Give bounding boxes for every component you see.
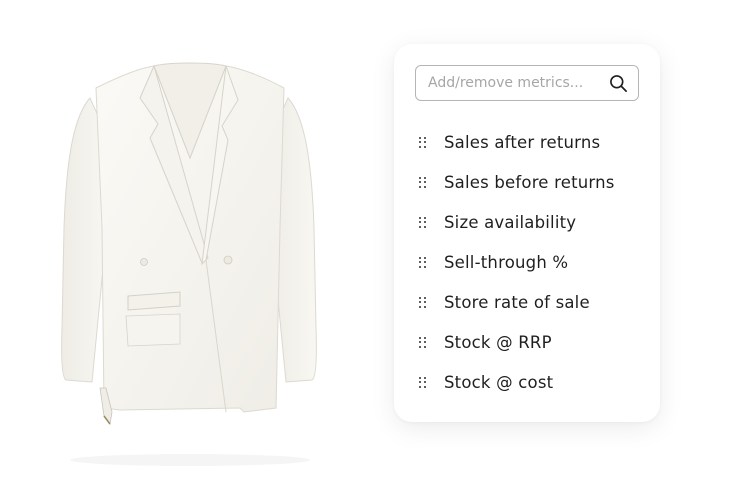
metrics-list: Sales after returns Sales before returns…	[394, 122, 660, 402]
drag-handle-icon[interactable]	[418, 136, 428, 148]
drag-handle-icon[interactable]	[418, 296, 428, 308]
metric-label: Sales before returns	[444, 172, 615, 192]
metric-label: Store rate of sale	[444, 292, 590, 312]
blazer-image	[61, 62, 317, 466]
drag-handle-icon[interactable]	[418, 216, 428, 228]
drag-handle-icon[interactable]	[418, 176, 428, 188]
drag-handle-icon[interactable]	[418, 336, 428, 348]
metric-item-stock-rrp[interactable]: Stock @ RRP	[394, 322, 660, 362]
metric-item-sell-through[interactable]: Sell-through %	[394, 242, 660, 282]
metric-item-sales-before-returns[interactable]: Sales before returns	[394, 162, 660, 202]
metric-item-sales-after-returns[interactable]: Sales after returns	[394, 122, 660, 162]
search-field[interactable]	[415, 65, 639, 101]
metric-label: Sales after returns	[444, 132, 601, 152]
metric-item-stock-cost[interactable]: Stock @ cost	[394, 362, 660, 402]
drag-handle-icon[interactable]	[418, 376, 428, 388]
metric-label: Size availability	[444, 212, 577, 232]
metric-item-size-availability[interactable]: Size availability	[394, 202, 660, 242]
metric-label: Stock @ cost	[444, 372, 554, 392]
search-input[interactable]	[428, 75, 608, 91]
drag-handle-icon[interactable]	[418, 256, 428, 268]
metrics-customizer-view: Sales after returns Sales before returns…	[0, 0, 742, 486]
search-icon[interactable]	[608, 73, 628, 93]
metric-label: Sell-through %	[444, 252, 569, 272]
product-image-blazer	[30, 28, 350, 468]
metric-label: Stock @ RRP	[444, 332, 552, 352]
metric-item-store-rate-of-sale[interactable]: Store rate of sale	[394, 282, 660, 322]
metrics-card: Sales after returns Sales before returns…	[394, 44, 660, 422]
